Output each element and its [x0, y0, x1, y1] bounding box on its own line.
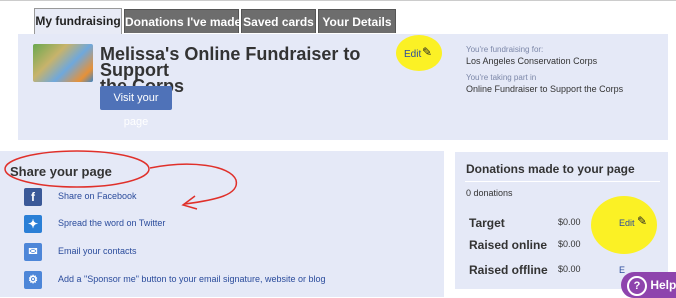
red-circle-annotation [4, 150, 150, 188]
red-annotation-overlay [4, 150, 238, 210]
